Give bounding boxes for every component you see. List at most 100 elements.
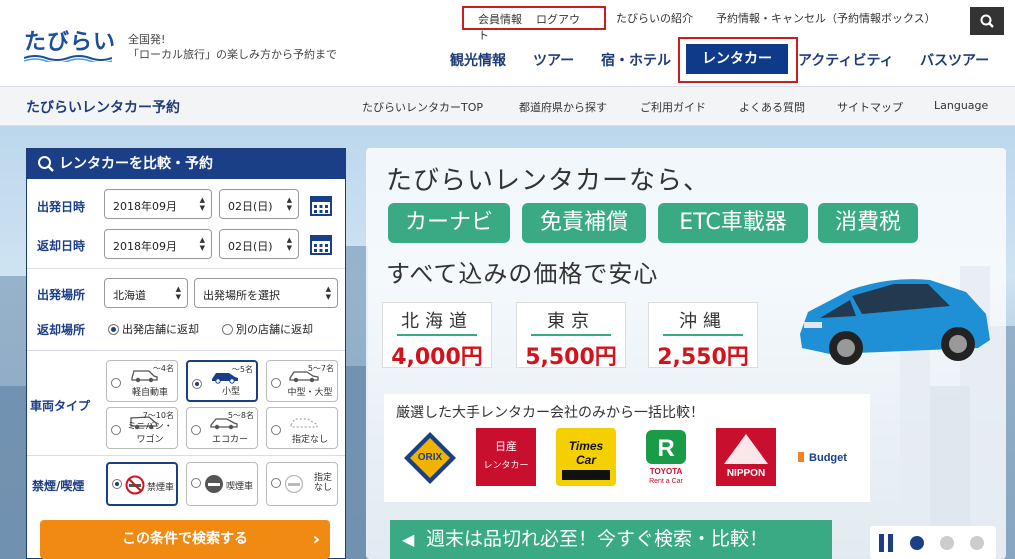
vehicle-midsize-option[interactable]: 5～7名 中型・大型: [266, 360, 338, 402]
smoking-icon: [205, 475, 223, 493]
price-card-hokkaido[interactable]: 北海道 4,000円: [382, 302, 492, 370]
return-month-select[interactable]: 2018年09月 ▲ ▼: [104, 229, 212, 259]
vehicle-midsize-label: 中型・大型: [287, 388, 333, 398]
vehicle-minivan-option[interactable]: 7～10名 ミニバン・ワゴン: [106, 407, 178, 449]
service-title[interactable]: たびらいレンタカー予約: [26, 97, 180, 117]
pause-icon[interactable]: [878, 534, 894, 552]
smoking-option[interactable]: 喫煙車: [186, 462, 258, 506]
nav-bustour[interactable]: バスツアー: [920, 50, 989, 70]
radio-checked-icon: [108, 324, 119, 335]
return-calendar-icon[interactable]: [310, 233, 332, 255]
blue-car-image: [800, 279, 990, 365]
vehicle-eco-capacity: 5～8名: [227, 411, 254, 420]
depart-date-label: 出発日時: [37, 200, 86, 214]
return-same-store-radio[interactable]: 出発店舗に返却: [108, 321, 199, 337]
return-same-store-label: 出発店舗に返却: [122, 323, 199, 336]
sub-link-language[interactable]: Language: [934, 99, 988, 112]
nav-sightseeing[interactable]: 観光情報: [450, 50, 506, 70]
depart-day-select[interactable]: 02日(日) ▲ ▼: [219, 189, 299, 219]
reservation-link[interactable]: 予約情報・キャンセル（予約情報ボックス）: [716, 12, 936, 25]
smoking-any-option[interactable]: 指定なし: [266, 462, 338, 506]
price-region: 北海道: [401, 311, 473, 332]
slide-dot-3[interactable]: [970, 536, 984, 550]
return-day-value: 02日(日): [228, 240, 273, 253]
return-month-value: 2018年09月: [113, 240, 177, 253]
site-header: たびらい 全国発! 「ローカル旅行」の楽しみ方から予約まで 会員情報 ログアウト …: [0, 0, 1015, 86]
sub-link-faq[interactable]: よくある質問: [739, 99, 805, 115]
return-day-select[interactable]: 02日(日) ▲ ▼: [219, 229, 299, 259]
member-info-link[interactable]: 会員情報: [478, 13, 522, 26]
price-divider: [397, 334, 477, 336]
vehicle-any-label: 指定なし: [291, 435, 328, 445]
promo-headline: たびらいレンタカーなら、: [386, 166, 711, 196]
nav-activity[interactable]: アクティビティ: [798, 50, 894, 70]
price-region: 東京: [547, 311, 595, 332]
sub-link-top[interactable]: たびらいレンタカーTOP: [362, 99, 483, 115]
vehicle-eco-option[interactable]: 5～8名 エコカー: [186, 407, 258, 449]
logo-wave-icon: [24, 55, 112, 62]
depart-month-select[interactable]: 2018年09月 ▲ ▼: [104, 189, 212, 219]
vehicle-kei-capacity: ～4名: [152, 364, 174, 373]
search-submit-button[interactable]: この条件で検索する ›: [40, 520, 330, 559]
vehicle-any-option[interactable]: 指定なし: [266, 407, 338, 449]
nav-tour[interactable]: ツアー: [533, 50, 574, 70]
vehicle-eco-label: エコカー: [211, 435, 248, 445]
sub-link-prefecture[interactable]: 都道府県から探す: [519, 99, 607, 115]
non-smoking-option[interactable]: 禁煙車: [106, 462, 178, 506]
slide-dot-1[interactable]: [910, 536, 924, 550]
price-amount: 2,550円: [657, 345, 749, 370]
return-other-store-radio[interactable]: 別の店舗に返却: [222, 321, 313, 337]
svg-text:NIPPON: NIPPON: [727, 468, 765, 479]
feature-pill-insurance: 免責補償: [522, 203, 646, 243]
budget-logo[interactable]: Budget: [794, 428, 854, 486]
vehicle-minivan-label: ミニバン・ワゴン: [127, 422, 173, 445]
vehicle-kei-option[interactable]: ～4名 軽自動車: [106, 360, 178, 402]
radio-unchecked-icon: [271, 478, 281, 488]
prefecture-value: 北海道: [113, 289, 146, 302]
return-place-label: 返却場所: [37, 323, 86, 337]
prefecture-select[interactable]: 北海道 ▲ ▼: [104, 278, 188, 308]
radio-unchecked-icon: [222, 324, 233, 335]
vehicle-type-label: 車両タイプ: [30, 399, 91, 413]
smoking-label: 禁煙/喫煙: [32, 479, 85, 493]
svg-text:レンタカー: レンタカー: [483, 460, 528, 471]
site-search-button[interactable]: [970, 7, 1004, 35]
depart-place-label: 出発場所: [37, 288, 86, 302]
price-card-tokyo[interactable]: 東京 5,500円: [516, 302, 626, 370]
nav-hotel[interactable]: 宿・ホテル: [601, 50, 671, 70]
tabirai-logo[interactable]: たびらい: [24, 24, 116, 64]
svg-text:R: R: [657, 435, 674, 462]
compare-text: 厳選した大手レンタカー会社のみから一括比較！: [396, 405, 704, 421]
slide-dot-2[interactable]: [940, 536, 954, 550]
price-card-okinawa[interactable]: 沖縄 2,550円: [648, 302, 758, 370]
nissan-rentacar-logo[interactable]: 日産 レンタカー: [476, 428, 536, 486]
smoking-label: 喫煙車: [226, 482, 254, 492]
price-region: 沖縄: [679, 311, 727, 332]
toyota-rentacar-logo[interactable]: R TOYOTA Rent a Car: [636, 428, 696, 486]
sub-link-guide[interactable]: ご利用ガイド: [640, 99, 706, 115]
vehicle-kei-label: 軽自動車: [131, 388, 168, 398]
row-divider: [27, 268, 345, 269]
sub-link-sitemap[interactable]: サイトマップ: [837, 99, 903, 115]
orix-logo[interactable]: ORIX: [400, 428, 460, 486]
weekend-banner-button[interactable]: ◀ 週末は品切れ必至！今すぐ検索・比較！: [390, 520, 832, 559]
sub-header: たびらいレンタカー予約 たびらいレンタカーTOP 都道府県から探す ご利用ガイド…: [0, 86, 1015, 126]
depart-calendar-icon[interactable]: [310, 194, 332, 216]
about-link[interactable]: たびらいの紹介: [616, 12, 693, 25]
return-date-label: 返却日時: [37, 239, 86, 253]
search-submit-label: この条件で検索する: [122, 531, 248, 547]
nav-rentacar[interactable]: レンタカー: [686, 44, 788, 74]
row-divider: [27, 350, 345, 351]
price-divider: [531, 334, 611, 336]
depart-month-value: 2018年09月: [113, 200, 177, 213]
vehicle-compact-option[interactable]: ～5名 小型: [186, 360, 258, 402]
times-car-rental-logo[interactable]: Times Car: [556, 428, 616, 486]
smoking-any-label: 指定なし: [313, 473, 332, 493]
nippon-rentacar-logo[interactable]: NIPPON: [716, 428, 776, 486]
radio-checked-icon: [112, 479, 122, 489]
vehicle-compact-label: 小型: [221, 387, 240, 397]
depart-place-select[interactable]: 出発場所を選択 ▲ ▼: [194, 278, 338, 308]
svg-text:Rent a Car: Rent a Car: [649, 478, 684, 485]
price-amount: 5,500円: [525, 345, 617, 370]
logo-text: たびらい: [24, 30, 117, 55]
